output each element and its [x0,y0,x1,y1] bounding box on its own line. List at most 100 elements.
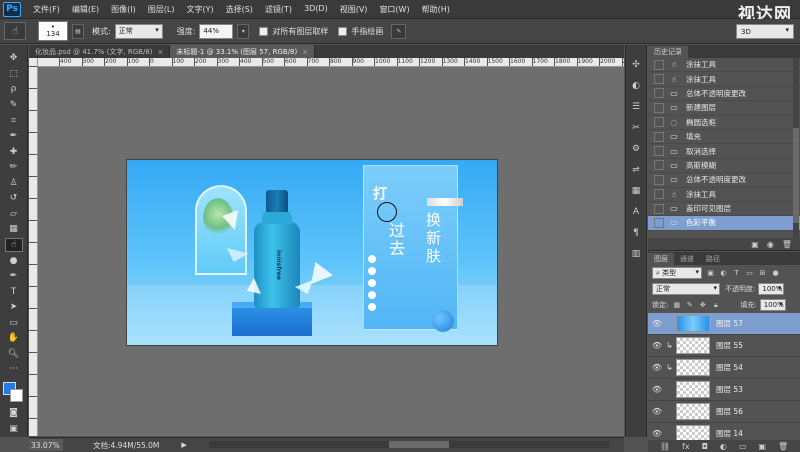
clone-stamp-tool-icon[interactable]: ♙ [5,175,23,190]
scroll-thumb[interactable] [389,441,449,448]
history-item[interactable]: ▭ 高斯模糊 [648,159,800,174]
strength-input[interactable]: 44% [199,23,234,39]
crop-tool-icon[interactable]: ⌗ [5,113,23,128]
history-source-checkbox[interactable] [654,160,664,171]
history-item[interactable]: ☝ 涂抹工具 [648,188,800,202]
eye-icon[interactable]: 👁︎ [648,429,666,438]
menu-item[interactable]: 窗口(W) [373,4,415,15]
menu-item[interactable]: 文件(F) [27,4,66,15]
layer-style-icon[interactable]: fx [682,442,690,451]
lock-position-icon[interactable]: ✥ [698,301,707,310]
layer-name[interactable]: 图层 56 [716,406,743,417]
layer-thumbnail[interactable] [676,359,710,376]
pen-tool-icon[interactable]: ✒ [5,269,23,284]
layer-row[interactable]: 👁︎ ↳ 图层 54 [648,357,800,379]
finger-painting-checkbox[interactable] [338,26,348,36]
brush-presets-icon[interactable]: ✣ [628,57,644,73]
close-icon[interactable]: × [158,48,164,56]
trash-icon[interactable]: 🗑︎ [778,442,788,451]
history-item[interactable]: ▭ 色彩平衡 [648,216,800,231]
layer-row[interactable]: 👁︎ 图层 53 [648,379,800,401]
menu-item[interactable]: 滤镜(T) [259,4,298,15]
close-icon[interactable]: × [302,48,308,56]
brush-panel-toggle-icon[interactable]: ▤ [72,23,84,39]
layer-row[interactable]: 👁︎ ↳ 图层 55 [648,335,800,357]
history-source-checkbox[interactable] [654,131,664,142]
brush-tool-icon[interactable]: ✏ [5,160,23,175]
zoom-level[interactable]: 33.07% [29,439,63,451]
clone-source-icon[interactable]: ▦ [628,183,644,199]
lasso-tool-icon[interactable]: ρ [5,82,23,97]
strength-dropdown-icon[interactable]: ▾ [237,23,250,39]
smudge-tool-icon[interactable]: ☝ [4,237,23,253]
character-icon[interactable]: ☰ [628,99,644,115]
filter-toggle-icon[interactable]: ● [771,269,780,278]
layer-name[interactable]: 图层 55 [716,340,743,351]
background-color-swatch[interactable] [9,388,23,402]
new-layer-icon[interactable]: ▣ [758,442,766,451]
mode-select[interactable]: 正常 [114,23,163,39]
trash-icon[interactable]: 🗑︎ [782,240,792,249]
more-tools-icon[interactable]: ··· [5,362,23,377]
character-type-icon[interactable]: A [628,204,644,220]
type-filter-icon[interactable]: T [732,269,741,278]
menu-item[interactable]: 选择(S) [220,4,259,15]
snapshot-icon[interactable]: ◉ [767,240,774,249]
history-source-checkbox[interactable] [654,117,664,128]
shape-tool-icon[interactable]: ▭ [5,315,23,330]
menu-item[interactable]: 图层(L) [142,4,181,15]
type-tool-icon[interactable]: T [5,284,23,299]
eye-icon[interactable]: 👁︎ [648,319,666,328]
tab-paths[interactable]: 路径 [700,253,726,265]
eye-icon[interactable]: 👁︎ [648,407,666,416]
layer-name[interactable]: 图层 57 [716,318,743,329]
properties-icon[interactable]: ⚙ [628,141,644,157]
lock-pixels-icon[interactable]: ✎ [685,301,694,310]
dodge-tool-icon[interactable]: ● [5,253,23,268]
pixel-filter-icon[interactable]: ▣ [706,269,715,278]
sliders-icon[interactable]: ⇌ [628,162,644,178]
workspace-select[interactable]: 3D [736,24,794,39]
adjustment-filter-icon[interactable]: ◐ [719,269,728,278]
horizontal-scrollbar[interactable] [209,441,609,448]
layer-thumbnail[interactable] [676,315,710,332]
horizontal-ruler[interactable]: 400 300 200 100 0 100 200 300 400 500 600 700 800 900… [38,58,624,67]
history-source-checkbox[interactable] [654,203,664,214]
menu-item[interactable]: 编辑(E) [66,4,105,15]
history-item[interactable]: ▭ 填充 [648,130,800,145]
scroll-thumb[interactable] [793,128,799,223]
quick-mask-icon[interactable]: ◙ [5,406,23,421]
brush-preset-picker[interactable]: • 134 [38,21,68,41]
lock-all-icon[interactable]: 🔒︎ [711,301,720,310]
history-item[interactable]: ▭ 盖印可见图层 [648,202,800,217]
eraser-tool-icon[interactable]: ▱ [5,206,23,221]
layer-thumbnail[interactable] [676,381,710,398]
opacity-input[interactable]: 100% [758,283,785,295]
layer-thumbnail[interactable] [676,403,710,420]
history-item[interactable]: ◌ 椭圆选框 [648,116,800,130]
history-item[interactable]: ☝ 涂抹工具 [648,72,800,87]
group-icon[interactable]: ▭ [739,442,747,451]
quick-select-tool-icon[interactable]: ✎ [5,98,23,113]
fill-input[interactable]: 100% [759,299,786,311]
menu-item[interactable]: 图像(I) [105,4,142,15]
tab-history[interactable]: 历史记录 [648,46,688,58]
pressure-icon[interactable]: ✎ [391,23,407,39]
layer-row[interactable]: 👁︎ 图层 57 [648,313,800,335]
menu-item[interactable]: 帮助(H) [416,4,456,15]
healing-brush-tool-icon[interactable]: ✚ [5,144,23,159]
layer-name[interactable]: 图层 54 [716,362,743,373]
layer-mask-icon[interactable]: ◘ [702,442,708,451]
history-source-checkbox[interactable] [654,217,664,228]
tab-cosmetics-psd[interactable]: 化妆品.psd @ 41.7% (文字, RGB/8) × [29,45,171,58]
history-source-checkbox[interactable] [654,146,664,157]
swatches-icon[interactable]: ▥ [628,246,644,262]
history-source-checkbox[interactable] [654,174,664,185]
eye-icon[interactable]: 👁︎ [648,341,666,350]
layer-row[interactable]: 👁︎ 图层 56 [648,401,800,423]
eyedropper-tool-icon[interactable]: ✒ [5,129,23,144]
paragraph-icon[interactable]: ¶ [628,225,644,241]
screen-mode-icon[interactable]: ▣ [5,421,23,436]
canvas-area[interactable]: innisfree 打 过去 换新肤 [38,67,624,436]
smudge-tool-preset-icon[interactable]: ☝ [4,22,26,40]
